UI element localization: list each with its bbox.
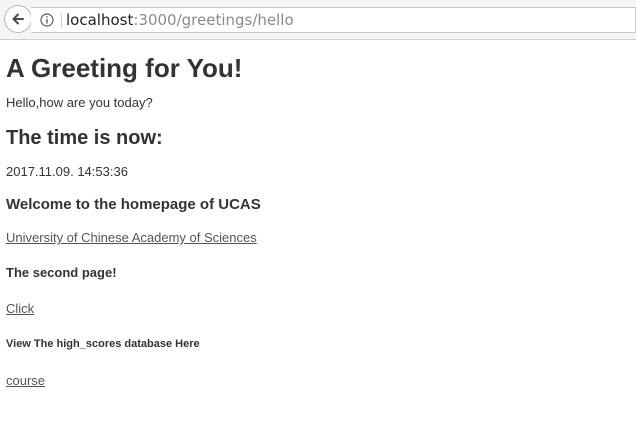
time-heading: The time is now: [6,127,163,149]
time-value: 2017.11.09. 14:53:36 [6,164,128,179]
info-icon[interactable] [40,13,54,27]
browser-toolbar: localhost:3000/greetings/hello [0,0,636,40]
address-bar-divider [61,13,62,28]
url-text[interactable]: localhost:3000/greetings/hello [66,12,294,29]
back-button[interactable] [4,5,32,33]
address-bar[interactable]: localhost:3000/greetings/hello [31,7,636,33]
click-link[interactable]: Click [6,301,34,317]
url-host: localhost [66,11,134,29]
welcome-heading: Welcome to the homepage of UCAS [6,196,261,213]
ucas-link[interactable]: University of Chinese Academy of Science… [6,230,257,246]
url-path: :3000/greetings/hello [133,11,294,29]
page-title: A Greeting for You! [6,53,243,83]
greeting-text: Hello,how are you today? [6,95,153,110]
second-page-heading: The second page! [6,265,117,280]
course-link[interactable]: course [6,373,45,389]
database-heading: View The high_scores database Here [6,338,200,350]
back-arrow-icon [12,13,24,25]
